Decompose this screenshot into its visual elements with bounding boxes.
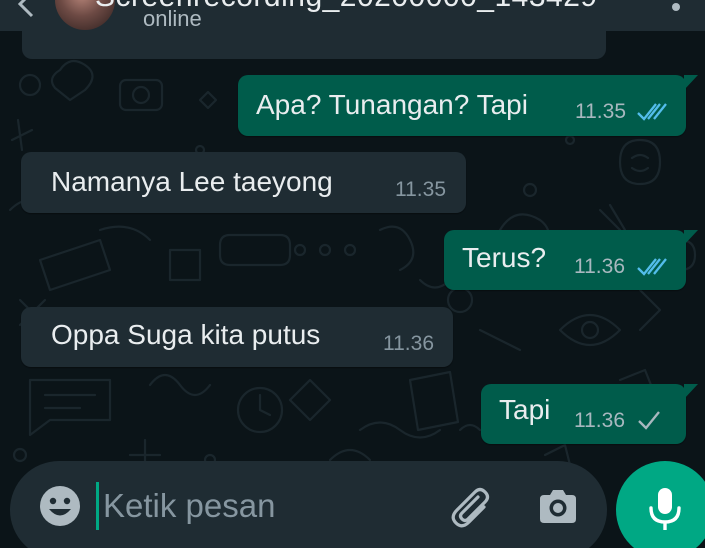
message-time: 11.35: [395, 178, 446, 201]
chat-header: Screenrecording_20200000_143429 online: [0, 0, 705, 31]
message-text: Terus?: [462, 242, 547, 273]
message-text: Tapi: [499, 394, 551, 425]
message-time: 11.36: [574, 409, 625, 432]
message-bubble-incoming[interactable]: Oppa Suga kita putus 11.36: [21, 307, 453, 367]
mic-icon: [649, 488, 681, 530]
message-bubble-partial: [22, 31, 606, 59]
message-time: 11.35: [575, 100, 626, 123]
attach-icon[interactable]: [446, 483, 496, 533]
message-text: Namanya Lee taeyong: [51, 166, 333, 197]
message-bubble-outgoing[interactable]: Apa? Tunangan? Tapi 11.35: [238, 75, 686, 136]
double-check-read-icon: [637, 258, 667, 276]
emoji-icon[interactable]: [38, 484, 82, 528]
more-options-icon[interactable]: [672, 3, 680, 11]
double-check-read-icon: [637, 103, 667, 121]
back-arrow-icon[interactable]: [10, 0, 40, 18]
chat-area[interactable]: Screenrecording_20200000_143429 online A…: [0, 0, 705, 548]
bubble-tail: [684, 230, 698, 245]
bubble-tail: [684, 384, 698, 399]
message-time: 11.36: [574, 255, 625, 278]
message-time: 11.36: [383, 332, 434, 355]
message-text: Oppa Suga kita putus: [51, 319, 321, 350]
message-bubble-outgoing[interactable]: Terus? 11.36: [444, 230, 686, 290]
message-input-placeholder[interactable]: Ketik pesan: [103, 487, 275, 525]
bubble-tail: [684, 75, 698, 90]
message-text: Apa? Tunangan? Tapi: [256, 89, 528, 120]
text-cursor: [96, 482, 99, 530]
single-check-sent-icon: [638, 411, 660, 430]
contact-status: online: [143, 6, 202, 31]
message-bubble-incoming[interactable]: Namanya Lee taeyong 11.35: [21, 152, 466, 213]
camera-icon[interactable]: [536, 485, 580, 529]
message-input-bar[interactable]: Ketik pesan: [10, 461, 607, 548]
message-bubble-outgoing[interactable]: Tapi 11.36: [481, 384, 686, 444]
